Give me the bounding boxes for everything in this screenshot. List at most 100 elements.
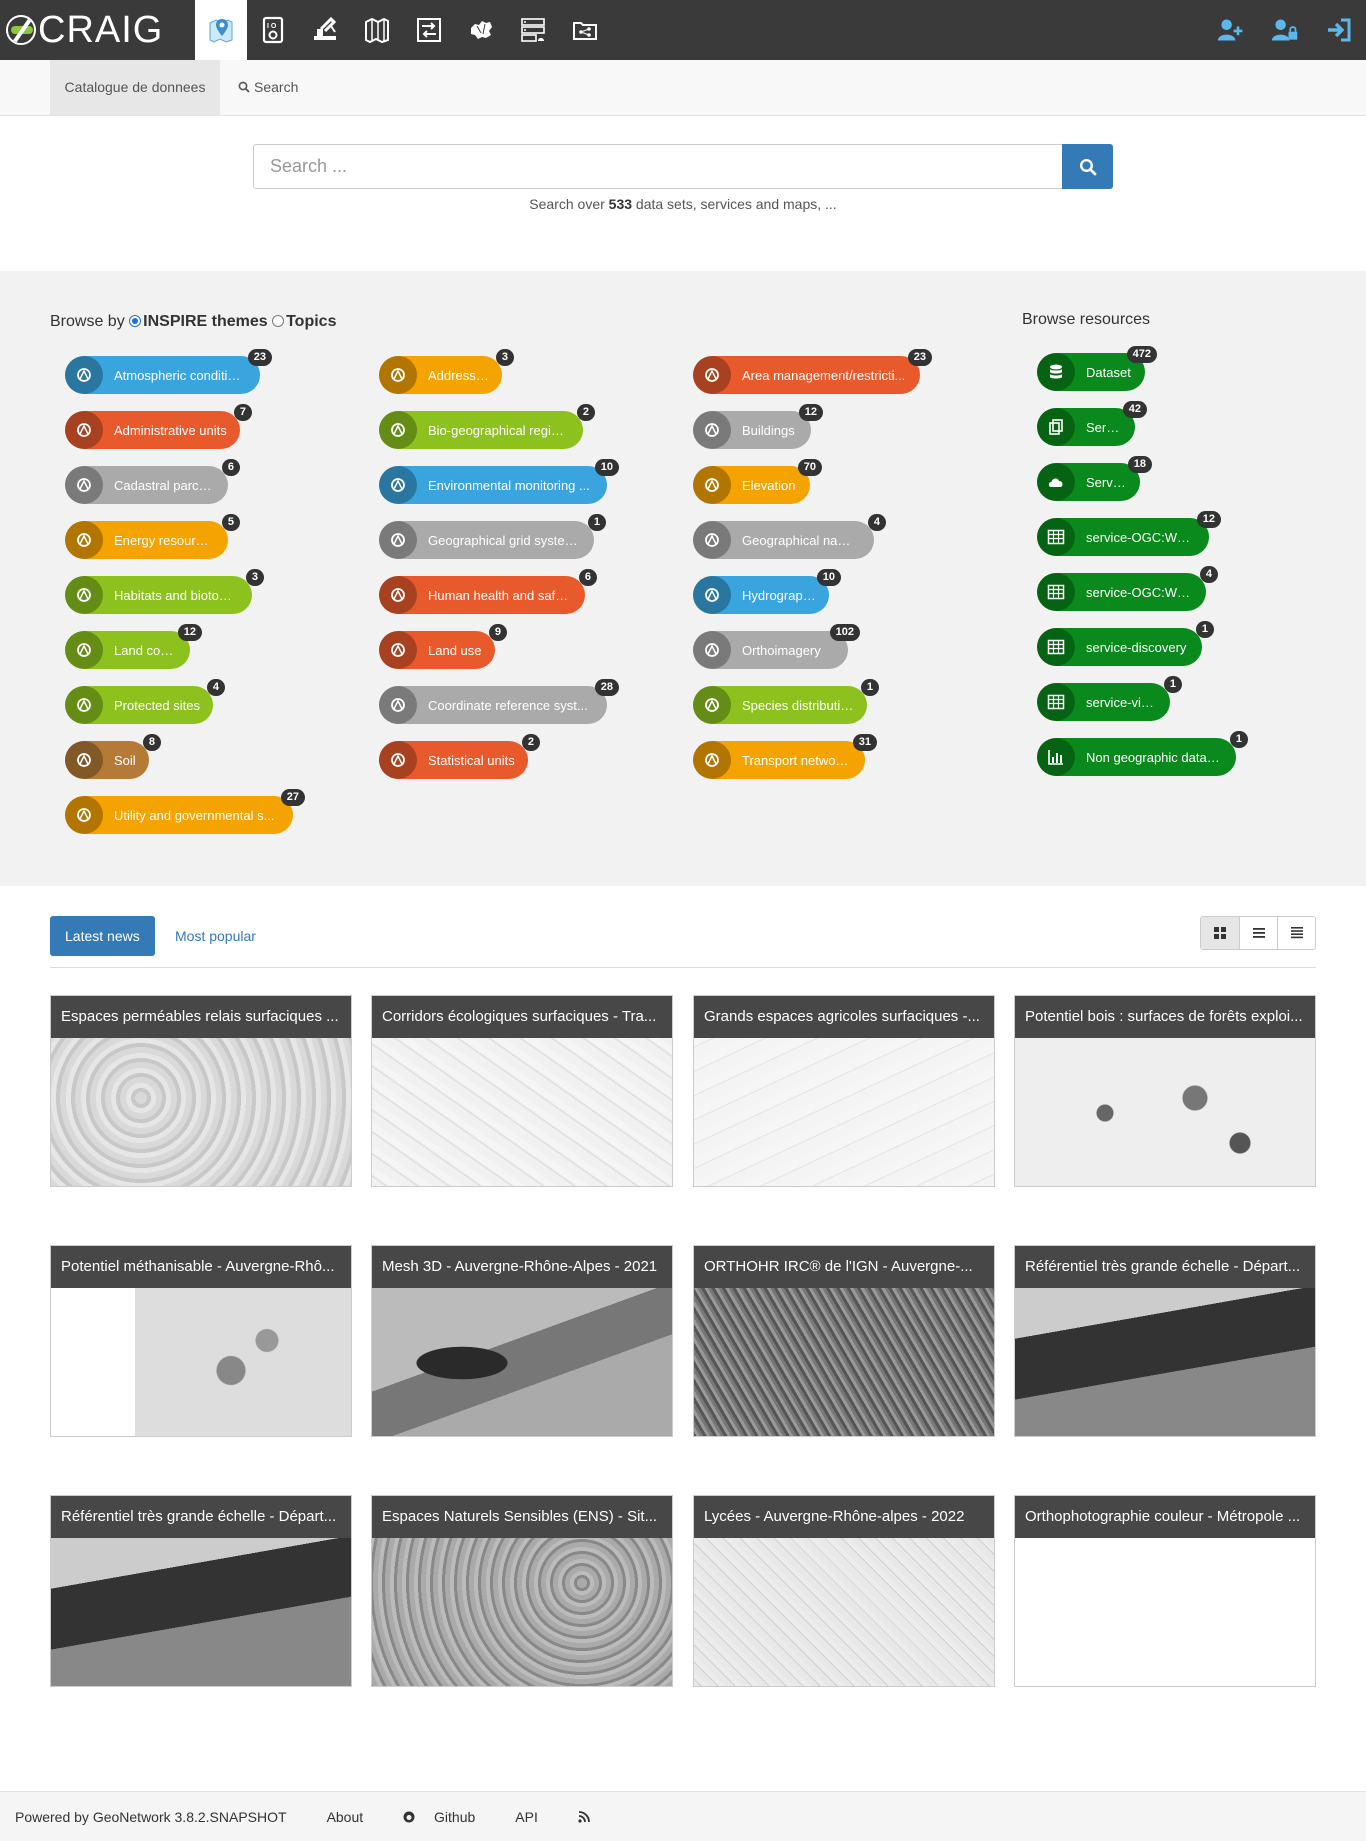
theme-pill[interactable]: Hydrography 10 xyxy=(693,569,841,614)
theme-pill[interactable]: Human health and safety 6 xyxy=(379,569,597,614)
theme-pill[interactable]: Utility and governmental s... 27 xyxy=(65,789,305,834)
news-card[interactable]: Potentiel bois : surfaces de forêts expl… xyxy=(1014,995,1316,1187)
resource-pill[interactable]: Service 18 xyxy=(1037,456,1152,501)
inspire-radio[interactable] xyxy=(129,315,142,327)
resource-pill[interactable]: service-OGC:WFS 4 xyxy=(1037,566,1218,611)
topics-radio[interactable] xyxy=(272,315,285,327)
card-thumbnail[interactable] xyxy=(1015,1538,1315,1686)
card-thumbnail[interactable] xyxy=(694,1038,994,1186)
exchange-icon[interactable] xyxy=(403,0,455,60)
card-thumbnail[interactable] xyxy=(694,1538,994,1686)
card-title[interactable]: Espaces Naturels Sensibles (ENS) - Sit..… xyxy=(372,1496,672,1538)
card-thumbnail[interactable] xyxy=(1015,1038,1315,1186)
news-card[interactable]: Orthophotographie couleur - Métropole ..… xyxy=(1014,1495,1316,1687)
resource-pill[interactable]: Series 42 xyxy=(1037,401,1147,446)
card-title[interactable]: Mesh 3D - Auvergne-Rhône-Alpes - 2021 xyxy=(372,1246,672,1288)
theme-icon xyxy=(65,631,103,669)
theme-pill[interactable]: Coordinate reference syst... 28 xyxy=(379,679,619,724)
rss-link[interactable] xyxy=(578,1809,590,1825)
region-map-icon[interactable] xyxy=(455,0,507,60)
resource-pill[interactable]: Dataset 472 xyxy=(1037,346,1157,391)
theme-icon xyxy=(693,521,731,559)
theme-pill[interactable]: Species distribution 1 xyxy=(693,679,879,724)
server-list-icon[interactable] xyxy=(507,0,559,60)
card-title[interactable]: Grands espaces agricoles surfaciques -..… xyxy=(694,996,994,1038)
api-link[interactable]: API xyxy=(515,1809,538,1825)
news-card[interactable]: Espaces perméables relais surfaciques ..… xyxy=(50,995,352,1187)
theme-pill[interactable]: Addresses 3 xyxy=(379,349,514,394)
theme-pill[interactable]: Geographical grid systems 1 xyxy=(379,514,606,559)
card-thumbnail[interactable] xyxy=(372,1038,672,1186)
tab-most-popular[interactable]: Most popular xyxy=(160,916,271,956)
news-card[interactable]: Corridors écologiques surfaciques - Tra.… xyxy=(371,995,673,1187)
theme-pill[interactable]: Habitats and biotopes 3 xyxy=(65,569,264,614)
news-card[interactable]: Mesh 3D - Auvergne-Rhône-Alpes - 2021 xyxy=(371,1245,673,1437)
resource-pill[interactable]: service-OGC:WMS 12 xyxy=(1037,511,1221,556)
news-card[interactable]: Espaces Naturels Sensibles (ENS) - Sit..… xyxy=(371,1495,673,1687)
news-card[interactable]: Potentiel méthanisable - Auvergne-Rhô... xyxy=(50,1245,352,1437)
card-title[interactable]: Potentiel bois : surfaces de forêts expl… xyxy=(1015,996,1315,1038)
search-link[interactable]: Search xyxy=(238,60,298,115)
card-thumbnail[interactable] xyxy=(372,1538,672,1686)
table-view-button[interactable] xyxy=(1277,917,1315,949)
search-button[interactable] xyxy=(1062,144,1113,189)
resource-pill[interactable]: Non geographic dataset 1 xyxy=(1037,731,1248,776)
theme-pill[interactable]: Bio-geographical regions 2 xyxy=(379,404,595,449)
card-thumbnail[interactable] xyxy=(372,1288,672,1436)
card-title[interactable]: Référentiel très grande échelle - Départ… xyxy=(51,1496,351,1538)
sign-in-icon[interactable] xyxy=(1312,0,1366,60)
grid-view-button[interactable] xyxy=(1201,917,1239,949)
card-thumbnail[interactable] xyxy=(51,1038,351,1186)
user-lock-icon[interactable] xyxy=(1258,0,1312,60)
map-fold-icon[interactable] xyxy=(351,0,403,60)
card-thumbnail[interactable] xyxy=(694,1288,994,1436)
news-card[interactable]: Lycées - Auvergne-Rhône-alpes - 2022 xyxy=(693,1495,995,1687)
card-thumbnail[interactable] xyxy=(51,1288,351,1436)
theme-pill[interactable]: Transport networks 31 xyxy=(693,734,877,779)
card-title[interactable]: Corridors écologiques surfaciques - Tra.… xyxy=(372,996,672,1038)
crane-icon[interactable] xyxy=(299,0,351,60)
card-thumbnail[interactable] xyxy=(51,1538,351,1686)
theme-pill[interactable]: Orthoimagery 102 xyxy=(693,624,860,669)
about-link[interactable]: About xyxy=(327,1809,364,1825)
theme-label: Addresses xyxy=(428,367,490,383)
theme-pill[interactable]: Administrative units 7 xyxy=(65,404,252,449)
card-title[interactable]: Référentiel très grande échelle - Départ… xyxy=(1015,1246,1315,1288)
news-card[interactable]: Grands espaces agricoles surfaciques -..… xyxy=(693,995,995,1187)
folder-share-icon[interactable] xyxy=(559,0,611,60)
theme-pill[interactable]: Soil 8 xyxy=(65,734,161,779)
map-pin-icon[interactable] xyxy=(195,0,247,60)
theme-pill[interactable]: Geographical names 4 xyxy=(693,514,886,559)
tab-latest-news[interactable]: Latest news xyxy=(50,916,155,956)
catalogue-link[interactable]: Catalogue de donnees xyxy=(50,60,220,115)
theme-pill[interactable]: Statistical units 2 xyxy=(379,734,540,779)
theme-pill[interactable]: Buildings 12 xyxy=(693,404,823,449)
grid-icon xyxy=(1214,927,1226,939)
resource-pill[interactable]: service-discovery 1 xyxy=(1037,621,1214,666)
card-title[interactable]: Espaces perméables relais surfaciques ..… xyxy=(51,996,351,1038)
card-title[interactable]: Potentiel méthanisable - Auvergne-Rhô... xyxy=(51,1246,351,1288)
theme-pill[interactable]: Protected sites 4 xyxy=(65,679,225,724)
card-title[interactable]: Orthophotographie couleur - Métropole ..… xyxy=(1015,1496,1315,1538)
resource-pill[interactable]: service-view 1 xyxy=(1037,676,1182,721)
news-card[interactable]: Référentiel très grande échelle - Départ… xyxy=(50,1495,352,1687)
theme-pill[interactable]: Land cover 12 xyxy=(65,624,202,669)
search-input[interactable]: Search ... xyxy=(253,144,1063,189)
news-card[interactable]: ORTHOHR IRC® de l'IGN - Auvergne-... xyxy=(693,1245,995,1437)
list-view-button[interactable] xyxy=(1239,917,1277,949)
card-title[interactable]: Lycées - Auvergne-Rhône-alpes - 2022 xyxy=(694,1496,994,1538)
theme-pill[interactable]: Elevation 70 xyxy=(693,459,822,504)
user-plus-icon[interactable] xyxy=(1204,0,1258,60)
theme-pill[interactable]: Area management/restricti... 23 xyxy=(693,349,932,394)
brand-logo[interactable]: CRAIG xyxy=(6,10,163,50)
github-link[interactable]: Github xyxy=(403,1809,475,1825)
theme-pill[interactable]: Land use 9 xyxy=(379,624,507,669)
theme-pill[interactable]: Cadastral parcels 6 xyxy=(65,459,240,504)
news-card[interactable]: Référentiel très grande échelle - Départ… xyxy=(1014,1245,1316,1437)
panel-icon[interactable]: I O xyxy=(247,0,299,60)
card-title[interactable]: ORTHOHR IRC® de l'IGN - Auvergne-... xyxy=(694,1246,994,1288)
card-thumbnail[interactable] xyxy=(1015,1288,1315,1436)
theme-pill[interactable]: Environmental monitoring ... 10 xyxy=(379,459,619,504)
theme-pill[interactable]: Atmospheric conditions 23 xyxy=(65,349,272,394)
theme-pill[interactable]: Energy resources 5 xyxy=(65,514,240,559)
